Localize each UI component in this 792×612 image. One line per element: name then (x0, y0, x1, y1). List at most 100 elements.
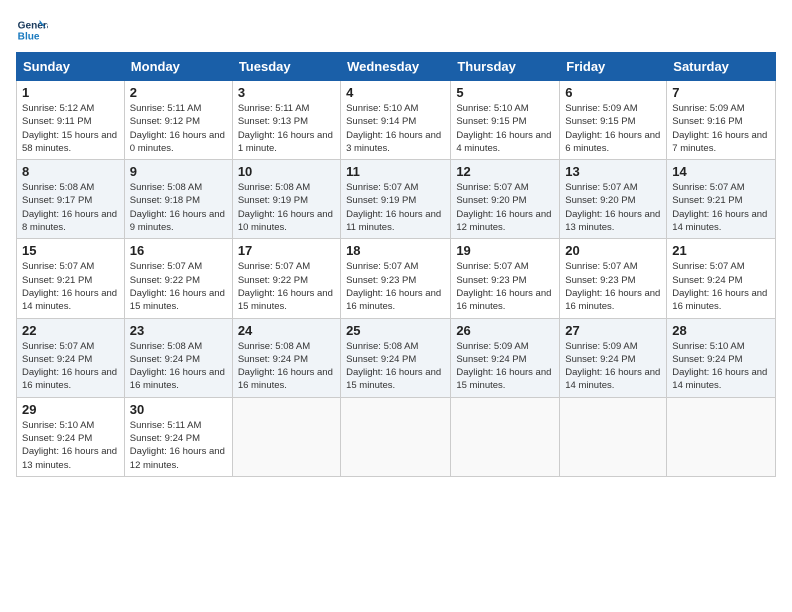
day-info: Sunrise: 5:07 AMSunset: 9:22 PMDaylight:… (238, 260, 335, 313)
calendar-cell: 10Sunrise: 5:08 AMSunset: 9:19 PMDayligh… (232, 160, 340, 239)
calendar-cell: 19 Sunrise: 5:07 AMSunset: 9:23 PMDayligh… (451, 239, 560, 318)
day-info: Sunrise: 5:08 AMSunset: 9:18 PMDaylight:… (130, 181, 227, 234)
day-info: Sunrise: 5:07 AMSunset: 9:24 PMDaylight:… (672, 260, 770, 313)
day-info: Sunrise: 5:09 AMSunset: 9:16 PMDaylight:… (672, 102, 770, 155)
weekday-header-monday: Monday (124, 53, 232, 81)
day-info: Sunrise: 5:07 AMSunset: 9:24 PMDaylight:… (22, 340, 119, 393)
day-number: 9 (130, 164, 227, 179)
day-number: 12 (456, 164, 554, 179)
calendar-cell: 8 Sunrise: 5:08 AMSunset: 9:17 PMDaylight… (17, 160, 125, 239)
calendar-cell (232, 397, 340, 476)
page-header: General Blue (16, 16, 776, 44)
calendar-cell: 30 Sunrise: 5:11 AMSunset: 9:24 PMDayligh… (124, 397, 232, 476)
calendar-week-5: 29Sunrise: 5:10 AMSunset: 9:24 PMDayligh… (17, 397, 776, 476)
day-number: 3 (238, 85, 335, 100)
day-info: Sunrise: 5:11 AMSunset: 9:24 PMDaylight:… (130, 419, 227, 472)
calendar-cell: 21 Sunrise: 5:07 AMSunset: 9:24 PMDayligh… (667, 239, 776, 318)
weekday-header-friday: Friday (560, 53, 667, 81)
day-number: 16 (130, 243, 227, 258)
day-number: 24 (238, 323, 335, 338)
calendar-cell: 6 Sunrise: 5:09 AMSunset: 9:15 PMDaylight… (560, 81, 667, 160)
day-info: Sunrise: 5:07 AMSunset: 9:20 PMDaylight:… (565, 181, 661, 234)
day-number: 20 (565, 243, 661, 258)
day-info: Sunrise: 5:08 AMSunset: 9:24 PMDaylight:… (346, 340, 445, 393)
weekday-header-sunday: Sunday (17, 53, 125, 81)
day-info: Sunrise: 5:10 AMSunset: 9:15 PMDaylight:… (456, 102, 554, 155)
calendar-cell: 3 Sunrise: 5:11 AMSunset: 9:13 PMDaylight… (232, 81, 340, 160)
day-number: 11 (346, 164, 445, 179)
weekday-header-saturday: Saturday (667, 53, 776, 81)
day-info: Sunrise: 5:09 AMSunset: 9:15 PMDaylight:… (565, 102, 661, 155)
calendar-cell: 20 Sunrise: 5:07 AMSunset: 9:23 PMDayligh… (560, 239, 667, 318)
calendar-cell (667, 397, 776, 476)
calendar-cell: 16 Sunrise: 5:07 AMSunset: 9:22 PMDayligh… (124, 239, 232, 318)
day-number: 18 (346, 243, 445, 258)
day-info: Sunrise: 5:12 AMSunset: 9:11 PMDaylight:… (22, 102, 119, 155)
calendar-cell: 14 Sunrise: 5:07 AMSunset: 9:21 PMDayligh… (667, 160, 776, 239)
day-info: Sunrise: 5:09 AMSunset: 9:24 PMDaylight:… (456, 340, 554, 393)
day-info: Sunrise: 5:07 AMSunset: 9:22 PMDaylight:… (130, 260, 227, 313)
calendar-table: SundayMondayTuesdayWednesdayThursdayFrid… (16, 52, 776, 477)
calendar-week-2: 8 Sunrise: 5:08 AMSunset: 9:17 PMDaylight… (17, 160, 776, 239)
day-number: 13 (565, 164, 661, 179)
day-info: Sunrise: 5:07 AMSunset: 9:23 PMDaylight:… (565, 260, 661, 313)
day-info: Sunrise: 5:08 AMSunset: 9:17 PMDaylight:… (22, 181, 119, 234)
calendar-cell: 1 Sunrise: 5:12 AMSunset: 9:11 PMDaylight… (17, 81, 125, 160)
day-number: 30 (130, 402, 227, 417)
day-number: 14 (672, 164, 770, 179)
calendar-cell: 18 Sunrise: 5:07 AMSunset: 9:23 PMDayligh… (341, 239, 451, 318)
calendar-cell (341, 397, 451, 476)
day-info: Sunrise: 5:08 AMSunset: 9:19 PMDaylight:… (238, 181, 335, 234)
day-info: Sunrise: 5:07 AMSunset: 9:23 PMDaylight:… (456, 260, 554, 313)
day-number: 28 (672, 323, 770, 338)
logo: General Blue (16, 16, 48, 44)
day-number: 4 (346, 85, 445, 100)
day-number: 17 (238, 243, 335, 258)
svg-text:Blue: Blue (18, 31, 40, 42)
day-number: 6 (565, 85, 661, 100)
weekday-header-tuesday: Tuesday (232, 53, 340, 81)
day-number: 21 (672, 243, 770, 258)
calendar-week-3: 15 Sunrise: 5:07 AMSunset: 9:21 PMDayligh… (17, 239, 776, 318)
calendar-week-1: 1 Sunrise: 5:12 AMSunset: 9:11 PMDaylight… (17, 81, 776, 160)
calendar-cell: 17 Sunrise: 5:07 AMSunset: 9:22 PMDayligh… (232, 239, 340, 318)
weekday-header-thursday: Thursday (451, 53, 560, 81)
day-number: 15 (22, 243, 119, 258)
day-info: Sunrise: 5:10 AMSunset: 9:24 PMDaylight:… (22, 419, 119, 472)
day-number: 8 (22, 164, 119, 179)
day-info: Sunrise: 5:07 AMSunset: 9:21 PMDaylight:… (672, 181, 770, 234)
day-number: 19 (456, 243, 554, 258)
calendar-cell: 22 Sunrise: 5:07 AMSunset: 9:24 PMDayligh… (17, 318, 125, 397)
day-info: Sunrise: 5:11 AMSunset: 9:12 PMDaylight:… (130, 102, 227, 155)
calendar-cell: 12Sunrise: 5:07 AMSunset: 9:20 PMDayligh… (451, 160, 560, 239)
day-number: 1 (22, 85, 119, 100)
day-number: 27 (565, 323, 661, 338)
calendar-cell: 27 Sunrise: 5:09 AMSunset: 9:24 PMDayligh… (560, 318, 667, 397)
calendar-cell: 28 Sunrise: 5:10 AMSunset: 9:24 PMDayligh… (667, 318, 776, 397)
calendar-cell: 13 Sunrise: 5:07 AMSunset: 9:20 PMDayligh… (560, 160, 667, 239)
calendar-cell: 25 Sunrise: 5:08 AMSunset: 9:24 PMDayligh… (341, 318, 451, 397)
calendar-cell: 5 Sunrise: 5:10 AMSunset: 9:15 PMDaylight… (451, 81, 560, 160)
calendar-cell: 11 Sunrise: 5:07 AMSunset: 9:19 PMDayligh… (341, 160, 451, 239)
day-info: Sunrise: 5:07 AMSunset: 9:21 PMDaylight:… (22, 260, 119, 313)
day-info: Sunrise: 5:11 AMSunset: 9:13 PMDaylight:… (238, 102, 335, 155)
calendar-cell (560, 397, 667, 476)
day-info: Sunrise: 5:09 AMSunset: 9:24 PMDaylight:… (565, 340, 661, 393)
day-number: 2 (130, 85, 227, 100)
day-info: Sunrise: 5:10 AMSunset: 9:14 PMDaylight:… (346, 102, 445, 155)
calendar-cell: 4 Sunrise: 5:10 AMSunset: 9:14 PMDaylight… (341, 81, 451, 160)
day-info: Sunrise: 5:07 AMSunset: 9:23 PMDaylight:… (346, 260, 445, 313)
calendar-cell: 9 Sunrise: 5:08 AMSunset: 9:18 PMDaylight… (124, 160, 232, 239)
weekday-header-wednesday: Wednesday (341, 53, 451, 81)
day-info: Sunrise: 5:10 AMSunset: 9:24 PMDaylight:… (672, 340, 770, 393)
day-number: 22 (22, 323, 119, 338)
day-number: 26 (456, 323, 554, 338)
logo-icon: General Blue (16, 16, 48, 44)
calendar-cell: 15 Sunrise: 5:07 AMSunset: 9:21 PMDayligh… (17, 239, 125, 318)
day-number: 7 (672, 85, 770, 100)
day-info: Sunrise: 5:07 AMSunset: 9:19 PMDaylight:… (346, 181, 445, 234)
day-number: 25 (346, 323, 445, 338)
day-info: Sunrise: 5:08 AMSunset: 9:24 PMDaylight:… (238, 340, 335, 393)
day-number: 5 (456, 85, 554, 100)
calendar-cell: 24 Sunrise: 5:08 AMSunset: 9:24 PMDayligh… (232, 318, 340, 397)
